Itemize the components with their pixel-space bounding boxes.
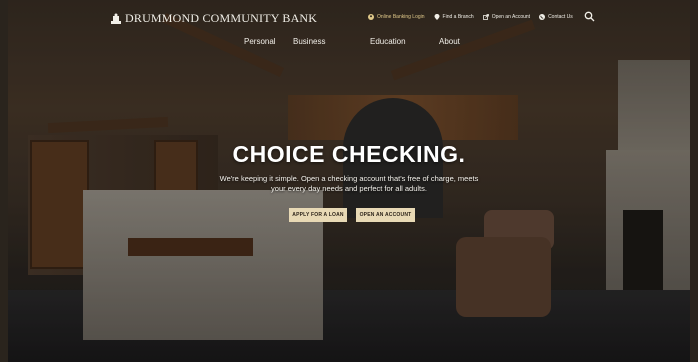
hero-subtitle-line-2: your every day needs and perfect for all…	[271, 184, 427, 193]
hero-title: CHOICE CHECKING.	[232, 141, 466, 167]
find-branch-link[interactable]: Find a Branch	[434, 14, 474, 20]
user-icon	[368, 14, 374, 20]
open-account-button[interactable]: OPEN AN ACCOUNT	[356, 208, 415, 222]
phone-icon	[539, 14, 546, 20]
open-account-link[interactable]: Open an Account	[482, 14, 530, 20]
page: DRUMMOND COMMUNITY BANK Online Banking L…	[0, 0, 698, 362]
nav-business[interactable]: Business	[293, 37, 325, 46]
main-nav: Personal Business Education About	[8, 32, 690, 54]
external-link-icon	[482, 14, 489, 20]
nav-education[interactable]: Education	[370, 37, 406, 46]
search-icon[interactable]	[584, 11, 595, 22]
top-bar: DRUMMOND COMMUNITY BANK Online Banking L…	[8, 0, 690, 34]
utility-nav: Online Banking Login Find a Branch Open …	[368, 14, 573, 20]
nav-about[interactable]: About	[439, 37, 460, 46]
bank-logo[interactable]: DRUMMOND COMMUNITY BANK	[110, 11, 317, 26]
bank-name: DRUMMOND COMMUNITY BANK	[125, 11, 318, 25]
hero-subtitle: We're keeping it simple. Open a checking…	[0, 174, 698, 194]
contact-us-link[interactable]: Contact Us	[539, 14, 573, 20]
hero-subtitle-line-1: We're keeping it simple. Open a checking…	[219, 174, 479, 183]
apply-for-loan-button[interactable]: APPLY FOR A LOAN	[289, 208, 347, 222]
bank-logo-icon	[111, 13, 121, 24]
map-pin-icon	[434, 14, 440, 20]
nav-personal[interactable]: Personal	[244, 37, 276, 46]
online-banking-login-link[interactable]: Online Banking Login	[368, 14, 425, 20]
